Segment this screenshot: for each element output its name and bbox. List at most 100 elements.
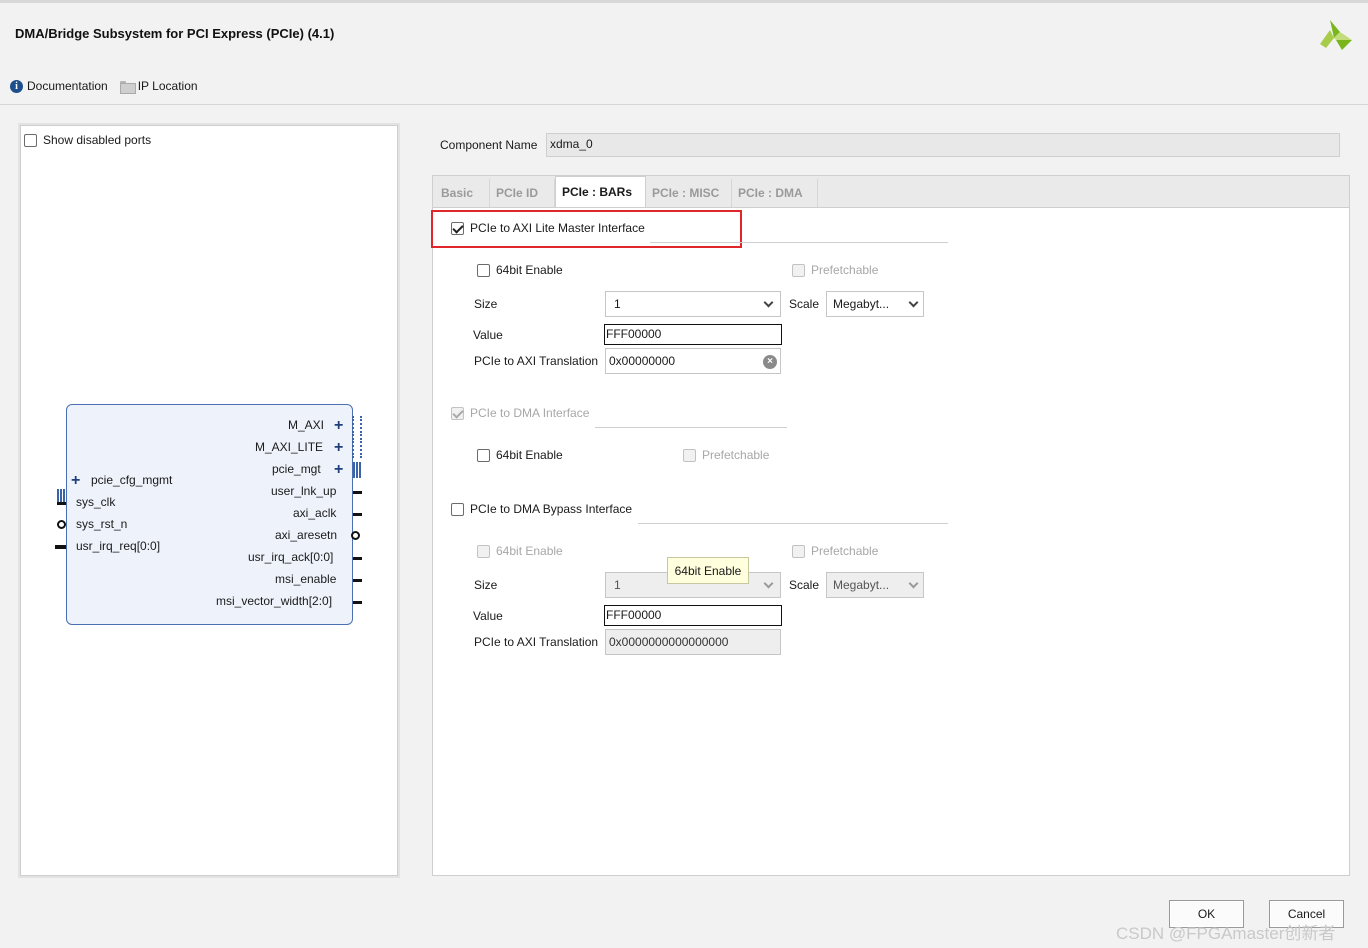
tab-strip: Basic PCIe ID PCIe : BARs PCIe : MISC PC… (433, 176, 1349, 208)
axi-lite-scale-select[interactable]: Megabyt... (826, 291, 924, 317)
dma-bypass-checkbox[interactable] (451, 502, 464, 516)
bypass-64bit-label: 64bit Enable (496, 544, 563, 558)
toolbar: i Documentation IP Location (10, 78, 198, 94)
axi-lite-size-value: 1 (614, 297, 621, 311)
bypass-size-value: 1 (614, 578, 621, 592)
axi-lite-translation-label: PCIe to AXI Translation (474, 354, 599, 368)
port-usr-irq-req: usr_irq_req[0:0] (76, 539, 161, 553)
bypass-64bit-option: 64bit Enable (477, 544, 563, 558)
dma-prefetchable-option: Prefetchable (683, 448, 769, 462)
axi-lite-value-label: Value (473, 328, 503, 342)
dma-interface-checkbox (451, 406, 464, 420)
bypass-scale-value: Megabyt... (833, 578, 890, 592)
folder-icon (119, 80, 136, 94)
axi-lite-scale-value: Megabyt... (833, 297, 890, 311)
dma-interface-option: PCIe to DMA Interface (451, 406, 589, 420)
toolbar-separator (0, 104, 1368, 105)
port-pin (353, 557, 362, 560)
axi-lite-64bit-label: 64bit Enable (496, 263, 563, 277)
port-m-axi: M_AXI (288, 418, 325, 432)
documentation-link[interactable]: i Documentation (10, 79, 108, 93)
port-pcie-cfg-mgmt: pcie_cfg_mgmt (91, 473, 173, 487)
ip-location-label: IP Location (137, 79, 198, 93)
dma-64bit-label: 64bit Enable (496, 448, 563, 462)
dma-prefetchable-checkbox (683, 448, 696, 462)
bus-interface-icon (352, 438, 362, 458)
port-pcie-mgt: pcie_mgt (272, 462, 321, 476)
port-axi-aclk: axi_aclk (293, 506, 337, 520)
axi-lite-64bit-option[interactable]: 64bit Enable (477, 263, 563, 277)
axi-lite-prefetchable-label: Prefetchable (811, 263, 879, 277)
group-separator (650, 242, 948, 243)
dma-64bit-option[interactable]: 64bit Enable (477, 448, 563, 462)
tab-pcie-misc[interactable]: PCIe : MISC (646, 179, 732, 207)
inverted-pin-bubble (351, 531, 360, 540)
bypass-translation-label: PCIe to AXI Translation (474, 635, 599, 649)
bypass-prefetchable-checkbox (792, 544, 805, 558)
show-disabled-ports-checkbox[interactable] (24, 133, 37, 147)
watermark: CSDN @FPGAmaster创新者 (1116, 924, 1336, 943)
tab-pcie-dma[interactable]: PCIe : DMA (732, 179, 818, 207)
bypass-value-label: Value (473, 609, 503, 623)
port-user-lnk-up: user_lnk_up (271, 484, 337, 498)
port-m-axi-lite: M_AXI_LITE (255, 440, 324, 454)
expand-plus-icon[interactable]: + (334, 462, 343, 478)
port-sys-clk: sys_clk (76, 495, 116, 509)
dma-bypass-option[interactable]: PCIe to DMA Bypass Interface (451, 502, 632, 516)
axi-lite-size-select[interactable]: 1 (605, 291, 781, 317)
bypass-size-label: Size (474, 578, 498, 592)
bypass-scale-select: Megabyt... (826, 572, 924, 598)
axi-lite-prefetchable-checkbox (792, 263, 805, 277)
xilinx-logo (1320, 20, 1352, 50)
show-disabled-ports-label: Show disabled ports (43, 133, 152, 147)
port-pin (353, 601, 362, 604)
top-border (0, 0, 1368, 3)
chevron-down-icon (908, 578, 919, 588)
port-pin (353, 579, 362, 582)
axi-lite-64bit-checkbox[interactable] (477, 263, 490, 277)
ip-location-link[interactable]: IP Location (119, 79, 198, 94)
chevron-down-icon (763, 297, 774, 307)
axi-lite-master-option[interactable]: PCIe to AXI Lite Master Interface (451, 221, 645, 235)
dma-64bit-checkbox[interactable] (477, 448, 490, 462)
port-sys-rst-n: sys_rst_n (76, 517, 128, 531)
dma-interface-label: PCIe to DMA Interface (470, 406, 590, 420)
port-pin (353, 491, 362, 494)
port-msi-enable: msi_enable (275, 572, 337, 586)
port-pin (353, 513, 362, 516)
tab-basic[interactable]: Basic (435, 179, 490, 207)
show-disabled-ports-option[interactable]: Show disabled ports (24, 133, 151, 147)
tab-pcie-id[interactable]: PCIe ID (490, 179, 555, 207)
axi-lite-scale-label: Scale (789, 297, 820, 311)
clear-icon[interactable]: × (763, 355, 777, 369)
bypass-scale-label: Scale (789, 578, 820, 592)
dialog-title: DMA/Bridge Subsystem for PCI Express (PC… (15, 26, 335, 41)
expand-plus-icon[interactable]: + (334, 418, 343, 434)
bus-interface-icon (352, 416, 362, 436)
port-usr-irq-ack: usr_irq_ack[0:0] (248, 550, 334, 564)
port-axi-aresetn: axi_aresetn (275, 528, 338, 542)
bypass-64bit-checkbox (477, 544, 490, 558)
axi-lite-translation-field[interactable]: 0x00000000 × (605, 348, 781, 374)
bypass-translation-field: 0x0000000000000000 (605, 629, 781, 655)
bypass-prefetchable-option: Prefetchable (792, 544, 878, 558)
port-msi-vector-width: msi_vector_width[2:0] (216, 594, 333, 608)
documentation-label: Documentation (27, 79, 108, 93)
component-name-field[interactable]: xdma_0 (546, 133, 1340, 157)
bus-bars-icon (353, 462, 361, 478)
bypass-prefetchable-label: Prefetchable (811, 544, 879, 558)
bypass-value-field[interactable]: FFF00000 (604, 605, 782, 626)
group-separator (595, 427, 787, 428)
dma-prefetchable-label: Prefetchable (702, 448, 770, 462)
port-pin (55, 545, 66, 549)
axi-lite-size-label: Size (474, 297, 498, 311)
axi-lite-prefetchable-option: Prefetchable (792, 263, 878, 277)
axi-lite-value-field[interactable]: FFF00000 (604, 324, 782, 345)
expand-plus-icon[interactable]: + (334, 440, 343, 456)
chevron-down-icon (908, 297, 919, 307)
axi-lite-master-checkbox[interactable] (451, 221, 464, 235)
expand-plus-icon[interactable]: + (71, 473, 80, 489)
info-icon: i (10, 79, 23, 93)
tab-pcie-bars[interactable]: PCIe : BARs (555, 176, 646, 207)
component-name-label: Component Name (440, 138, 538, 152)
